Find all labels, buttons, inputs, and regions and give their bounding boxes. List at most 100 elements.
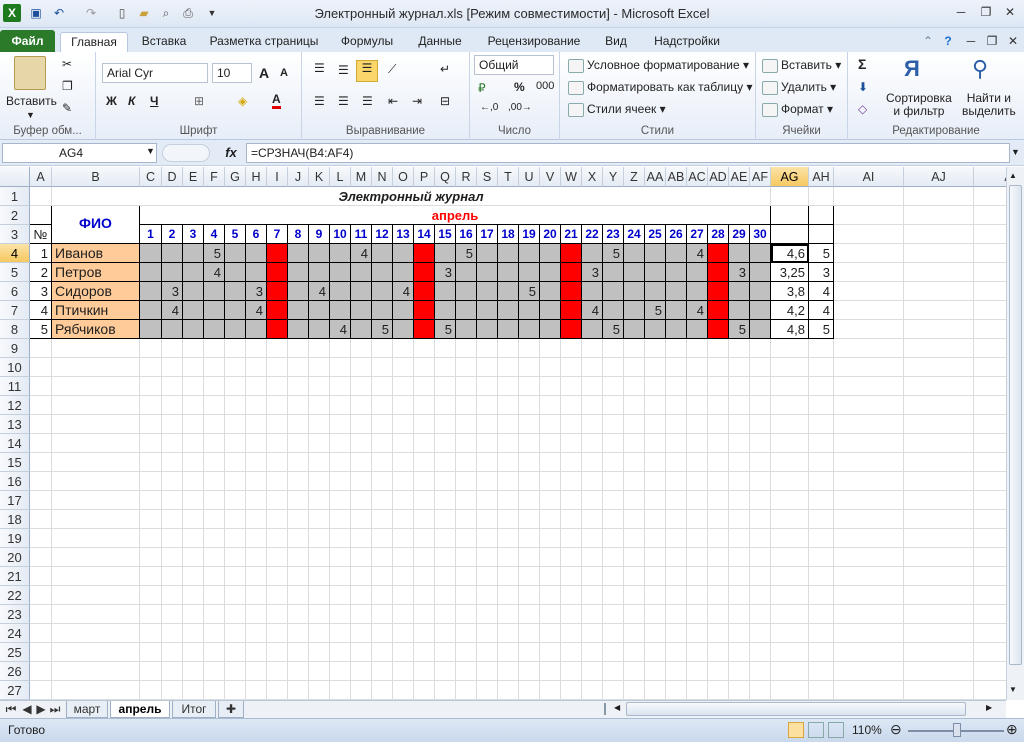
- cell[interactable]: [414, 453, 435, 472]
- cell[interactable]: [603, 415, 624, 434]
- find-select-icon[interactable]: ⚲: [972, 56, 988, 82]
- row-header[interactable]: 4: [0, 244, 30, 263]
- cell[interactable]: [330, 529, 351, 548]
- cell[interactable]: [435, 681, 456, 700]
- grade-cell[interactable]: [393, 301, 414, 320]
- cell[interactable]: [904, 320, 974, 339]
- tab-split-handle[interactable]: [604, 703, 610, 715]
- cell[interactable]: [477, 453, 498, 472]
- cell[interactable]: [309, 396, 330, 415]
- cell[interactable]: [809, 662, 834, 681]
- final-grade-cell[interactable]: 5: [809, 320, 834, 339]
- cell[interactable]: [974, 282, 1006, 301]
- grade-cell[interactable]: [351, 301, 372, 320]
- cell[interactable]: [624, 434, 645, 453]
- align-top-icon[interactable]: ☰: [314, 61, 325, 75]
- column-header[interactable]: V: [540, 167, 561, 187]
- grade-cell[interactable]: [624, 244, 645, 263]
- cell[interactable]: [288, 624, 309, 643]
- cell[interactable]: [204, 681, 225, 700]
- sheet-tab-march[interactable]: март: [66, 701, 108, 718]
- cell[interactable]: [288, 681, 309, 700]
- cell[interactable]: [204, 662, 225, 681]
- grade-cell[interactable]: [140, 263, 162, 282]
- cell[interactable]: [456, 434, 477, 453]
- cell[interactable]: [498, 510, 519, 529]
- bold-button[interactable]: Ж: [106, 94, 117, 108]
- cell[interactable]: [183, 415, 204, 434]
- cell[interactable]: [904, 377, 974, 396]
- cell[interactable]: [30, 339, 52, 358]
- cell[interactable]: [834, 187, 904, 206]
- cell[interactable]: [246, 396, 267, 415]
- grade-cell[interactable]: [624, 320, 645, 339]
- cell[interactable]: [834, 339, 904, 358]
- cell[interactable]: [267, 491, 288, 510]
- formula-bar-handle[interactable]: [162, 144, 210, 162]
- cell[interactable]: [540, 548, 561, 567]
- grade-cell[interactable]: [140, 320, 162, 339]
- column-header[interactable]: F: [204, 167, 225, 187]
- cell[interactable]: [645, 415, 666, 434]
- cell[interactable]: [687, 339, 708, 358]
- cell[interactable]: [645, 377, 666, 396]
- cell[interactable]: [666, 472, 687, 491]
- cell[interactable]: [140, 491, 162, 510]
- cell[interactable]: [435, 358, 456, 377]
- tab-file[interactable]: Файл: [0, 30, 55, 52]
- cell[interactable]: [771, 453, 809, 472]
- cell[interactable]: [834, 301, 904, 320]
- cell[interactable]: [904, 187, 974, 206]
- cell[interactable]: [603, 510, 624, 529]
- cell[interactable]: [52, 396, 140, 415]
- grade-cell[interactable]: [540, 282, 561, 301]
- cell[interactable]: [414, 358, 435, 377]
- cell[interactable]: [140, 396, 162, 415]
- cell[interactable]: [52, 567, 140, 586]
- cell[interactable]: [603, 529, 624, 548]
- cell[interactable]: [30, 662, 52, 681]
- grade-cell[interactable]: [414, 244, 435, 263]
- cell[interactable]: [204, 510, 225, 529]
- cell[interactable]: [393, 529, 414, 548]
- cell[interactable]: [477, 605, 498, 624]
- cell[interactable]: [750, 358, 771, 377]
- cell[interactable]: [603, 643, 624, 662]
- grade-cell[interactable]: [666, 244, 687, 263]
- cell[interactable]: [267, 548, 288, 567]
- tab-addins[interactable]: Надстройки: [645, 32, 729, 52]
- cell[interactable]: [603, 624, 624, 643]
- grade-cell[interactable]: [204, 320, 225, 339]
- column-header[interactable]: S: [477, 167, 498, 187]
- cell[interactable]: [582, 358, 603, 377]
- grade-cell[interactable]: [477, 320, 498, 339]
- next-sheet-icon[interactable]: ▶: [34, 701, 48, 718]
- cell[interactable]: [904, 681, 974, 700]
- cell[interactable]: [498, 681, 519, 700]
- cell[interactable]: [666, 662, 687, 681]
- grade-cell[interactable]: [750, 263, 771, 282]
- cell[interactable]: [309, 415, 330, 434]
- grade-cell[interactable]: 3: [729, 263, 750, 282]
- cell[interactable]: [267, 567, 288, 586]
- cell[interactable]: [414, 586, 435, 605]
- cell[interactable]: [624, 377, 645, 396]
- cell[interactable]: [708, 491, 729, 510]
- shrink-font-button[interactable]: A: [280, 67, 288, 79]
- cell[interactable]: [52, 510, 140, 529]
- cell[interactable]: [393, 624, 414, 643]
- cell[interactable]: [834, 225, 904, 244]
- cell[interactable]: [809, 605, 834, 624]
- cell[interactable]: [52, 624, 140, 643]
- cell[interactable]: [456, 415, 477, 434]
- cell[interactable]: [540, 396, 561, 415]
- cell[interactable]: [162, 453, 183, 472]
- cell[interactable]: [687, 643, 708, 662]
- cell[interactable]: [414, 510, 435, 529]
- grade-cell[interactable]: [603, 301, 624, 320]
- grade-cell[interactable]: [393, 320, 414, 339]
- cell[interactable]: [750, 681, 771, 700]
- cell[interactable]: [904, 396, 974, 415]
- grade-cell[interactable]: 5: [645, 301, 666, 320]
- cell[interactable]: [666, 415, 687, 434]
